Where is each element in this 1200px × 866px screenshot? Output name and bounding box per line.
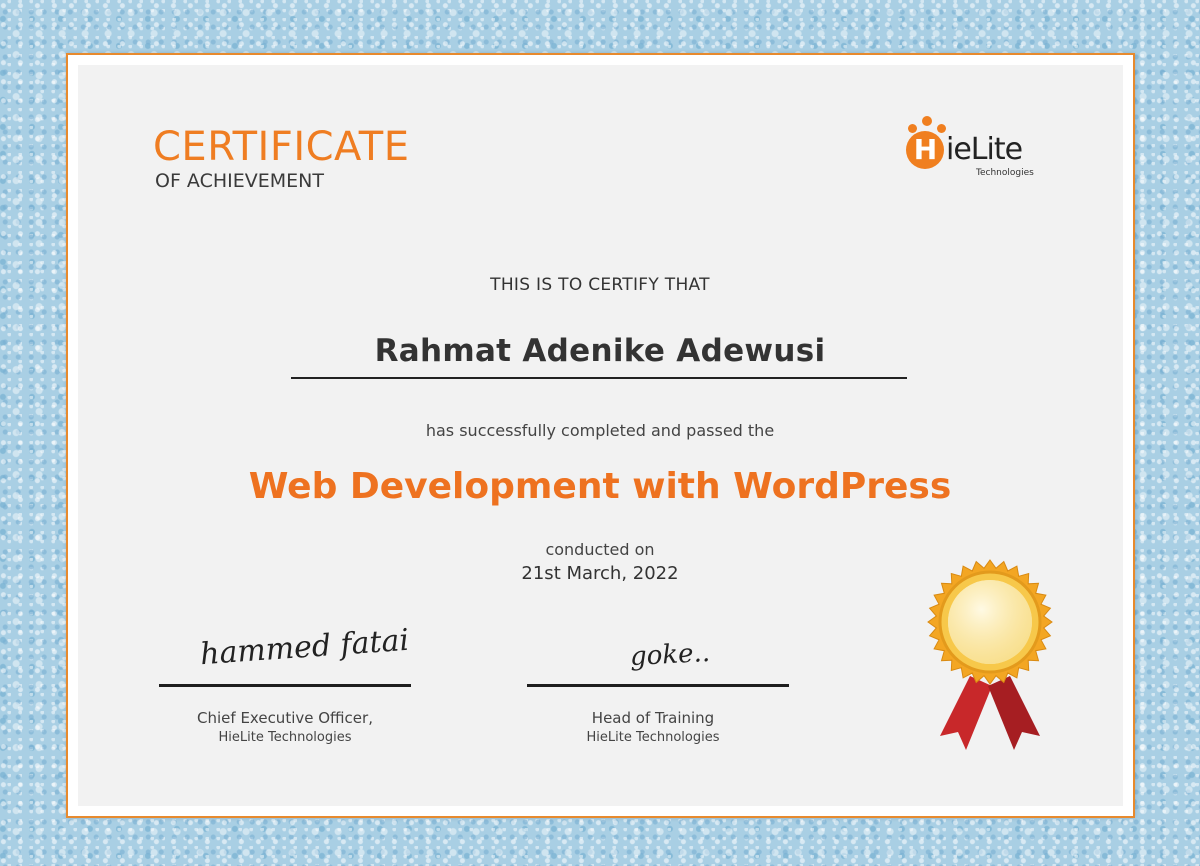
certify-text: THIS IS TO CERTIFY THAT [490,275,710,295]
certificate-title: CERTIFICATE [153,124,410,170]
ceo-signature-line [159,684,411,687]
course-title: Web Development with WordPress [248,466,952,507]
ceo-organization: HieLite Technologies [218,730,352,745]
logo-tagline: Technologies [976,168,1034,178]
hielite-logo: HieLite Technologies [906,110,1066,190]
training-head-signature: goke.. [629,637,711,673]
ribbon-right [988,676,1040,750]
ribbon-left [940,676,992,750]
logo-name: ieLite [946,132,1023,167]
training-head-signature-line [527,684,789,687]
certificate-subtitle: OF ACHIEVEMENT [155,170,324,192]
logo-dot [922,116,932,126]
logo-initial: H [906,131,944,169]
name-underline [291,377,907,379]
logo-wordmark: HieLite [906,128,1023,170]
award-seal-icon [927,559,1053,750]
ceo-title: Chief Executive Officer, [197,709,373,727]
training-head-organization: HieLite Technologies [586,730,720,745]
recipient-name: Rahmat Adenike Adewusi [374,333,826,369]
seal-shine [948,580,1032,664]
completed-text: has successfully completed and passed th… [425,421,775,440]
training-head-title: Head of Training [591,709,715,727]
